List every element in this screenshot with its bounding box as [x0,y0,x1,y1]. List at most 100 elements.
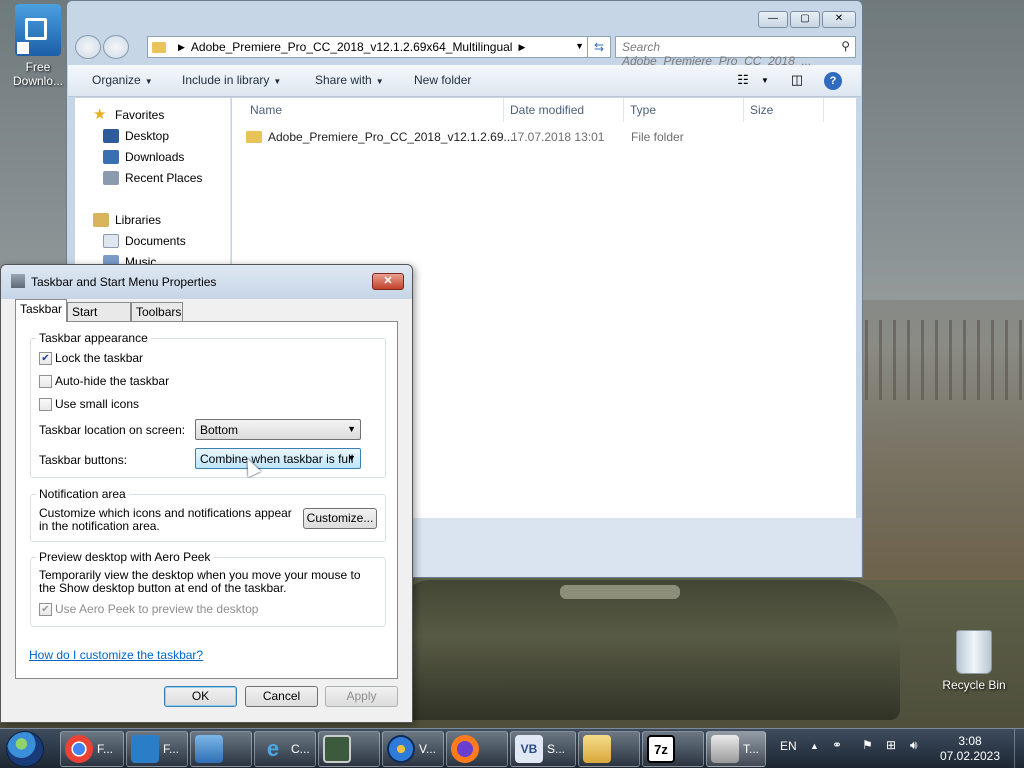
customize-button[interactable]: Customize... [303,508,377,529]
action-center-flag-icon[interactable]: ⚑ [862,738,873,752]
file-type: File folder [631,130,684,144]
nav-favorites[interactable]: ★ Favorites [93,107,165,122]
nav-documents[interactable]: Documents [103,234,186,248]
taskbar-button-label: T... [743,742,760,756]
dialog-body: Taskbar Start Menu Toolbars Taskbar appe… [7,299,406,716]
show-desktop-button[interactable] [1014,729,1024,768]
nav-libraries[interactable]: Libraries [93,213,161,227]
search-input[interactable]: Search Adobe_Premiere_Pro_CC_2018_... ⚲ [615,36,856,68]
breadcrumb-path[interactable]: Adobe_Premiere_Pro_CC_2018_v12.1.2.69x64… [191,40,513,54]
nav-recent-places[interactable]: Recent Places [103,171,202,185]
breadcrumb-arrow-icon[interactable]: ▶ [178,42,185,53]
chevron-down-icon: ▼ [375,77,384,86]
language-indicator[interactable]: EN [780,739,797,753]
new-folder-button[interactable]: New folder [414,73,471,87]
tab-taskbar[interactable]: Taskbar [15,299,67,322]
start-button[interactable] [6,731,44,767]
nav-downloads[interactable]: Downloads [103,150,184,164]
chevron-down-icon[interactable]: ▼ [756,72,774,90]
help-icon[interactable]: ? [824,72,842,90]
small-icons-checkbox[interactable]: Use small icons [39,397,139,411]
close-button[interactable]: ✕ [822,11,856,28]
taskbar-button-label: F... [163,742,180,756]
auto-hide-checkbox[interactable]: Auto-hide the taskbar [39,374,169,388]
network-activity-icon[interactable]: ⚭ [832,738,842,752]
location-select[interactable]: Bottom ▼ [195,419,361,440]
free-download-icon [131,735,159,763]
system-clock[interactable]: 3:08 07.02.2023 [930,734,1010,764]
taskbar-button-explorer[interactable] [578,731,640,767]
tab-start-menu[interactable]: Start Menu [67,302,131,333]
taskbar-button-free-download[interactable]: F... [126,731,188,767]
breadcrumb-arrow-icon[interactable]: ▶ [518,42,525,53]
taskbar-button-app[interactable] [190,731,252,767]
checkbox-box[interactable] [39,397,52,411]
search-icon[interactable]: ⚲ [841,39,850,53]
address-row: ▶ Adobe_Premiere_Pro_CC_2018_v12.1.2.69x… [75,35,856,68]
7zip-label: 7z [654,741,668,757]
taskbar-button-label: F... [97,742,114,756]
show-hidden-icons-button[interactable]: ▲ [810,741,819,751]
column-header-size[interactable]: Size [744,98,824,122]
nav-label: Documents [125,234,186,248]
buttons-select[interactable]: Combine when taskbar is full ▼ [195,448,361,469]
checkmark-icon[interactable]: ✔ [39,351,52,365]
tab-panel-taskbar: Taskbar appearance ✔ Lock the taskbar Aut… [15,321,398,679]
desktop-icon-free-download[interactable]: Free Downlo... [2,4,74,88]
chevron-down-icon: ▼ [144,77,153,86]
nav-label: Favorites [115,108,165,122]
taskbar-button-firefox[interactable] [446,731,508,767]
file-date: 17.07.2018 13:01 [511,130,605,144]
taskbar-button-vb[interactable]: VB S... [510,731,576,767]
downloads-icon [103,150,119,164]
taskbar-button-label: S... [547,742,566,756]
taskbar-button-monitor[interactable] [318,731,380,767]
close-button[interactable]: ✕ [372,273,404,290]
chevron-down-icon[interactable]: ▼ [575,41,584,51]
group-notification-area: Notification area Customize which icons … [30,487,386,542]
clock-date: 07.02.2023 [939,749,1001,763]
column-header-name[interactable]: Name [244,98,504,122]
recent-places-icon [103,171,119,185]
taskbar-button-chrome[interactable]: F... [60,731,124,767]
ok-button[interactable]: OK [164,686,237,707]
help-link[interactable]: How do I customize the taskbar? [29,648,203,662]
change-view-icon[interactable]: ☷ [734,72,752,90]
network-icon[interactable]: ⊞ [886,738,896,752]
select-value: Bottom [200,423,239,437]
file-row[interactable]: Adobe_Premiere_Pro_CC_2018_v12.1.2.69... [246,126,514,148]
apply-button: Apply [325,686,398,707]
dialog-title-bar[interactable]: Taskbar and Start Menu Properties ✕ [1,265,412,299]
desktop-icon-recycle-bin[interactable]: Recycle Bin [938,630,1010,692]
volume-icon[interactable]: 🔊︎ [910,738,918,753]
forward-button[interactable] [103,35,129,59]
taskbar-button-taskbar-properties[interactable]: T... [706,731,766,767]
tab-toolbars[interactable]: Toolbars [131,302,183,321]
taskbar-button-ie[interactable]: e C... [254,731,316,767]
folder-icon [583,735,611,763]
include-in-library-menu[interactable]: Include in library ▼ [182,73,281,87]
back-button[interactable] [75,35,101,59]
preview-pane-icon[interactable]: ◫ [788,72,806,90]
minimize-button[interactable]: — [758,11,788,28]
checkmark-icon: ✔ [39,602,52,616]
taskbar: F... F... e C... V... VB S... 7z T... EN ▲… [0,728,1024,768]
lock-taskbar-checkbox[interactable]: ✔ Lock the taskbar [39,351,143,365]
taskbar-button-windows[interactable]: V... [382,731,444,767]
location-label: Taskbar location on screen: [39,423,186,437]
column-header-type[interactable]: Type [624,98,744,122]
chevron-down-icon: ▼ [273,77,282,86]
share-with-menu[interactable]: Share with ▼ [315,73,384,87]
organize-menu[interactable]: Organize ▼ [92,73,153,87]
cancel-button[interactable]: Cancel [245,686,318,707]
maximize-button[interactable]: ▢ [790,11,820,28]
refresh-button[interactable]: ⇆ [587,36,611,58]
desktop-icon-label: Free Downlo... [12,60,64,88]
checkbox-box[interactable] [39,374,52,388]
column-header-date[interactable]: Date modified [504,98,624,122]
taskbar-button-7zip[interactable]: 7z [642,731,704,767]
documents-icon [103,234,119,248]
nav-desktop[interactable]: Desktop [103,129,169,143]
address-bar[interactable]: ▶ Adobe_Premiere_Pro_CC_2018_v12.1.2.69x… [147,36,589,58]
dialog-title: Taskbar and Start Menu Properties [31,275,217,289]
